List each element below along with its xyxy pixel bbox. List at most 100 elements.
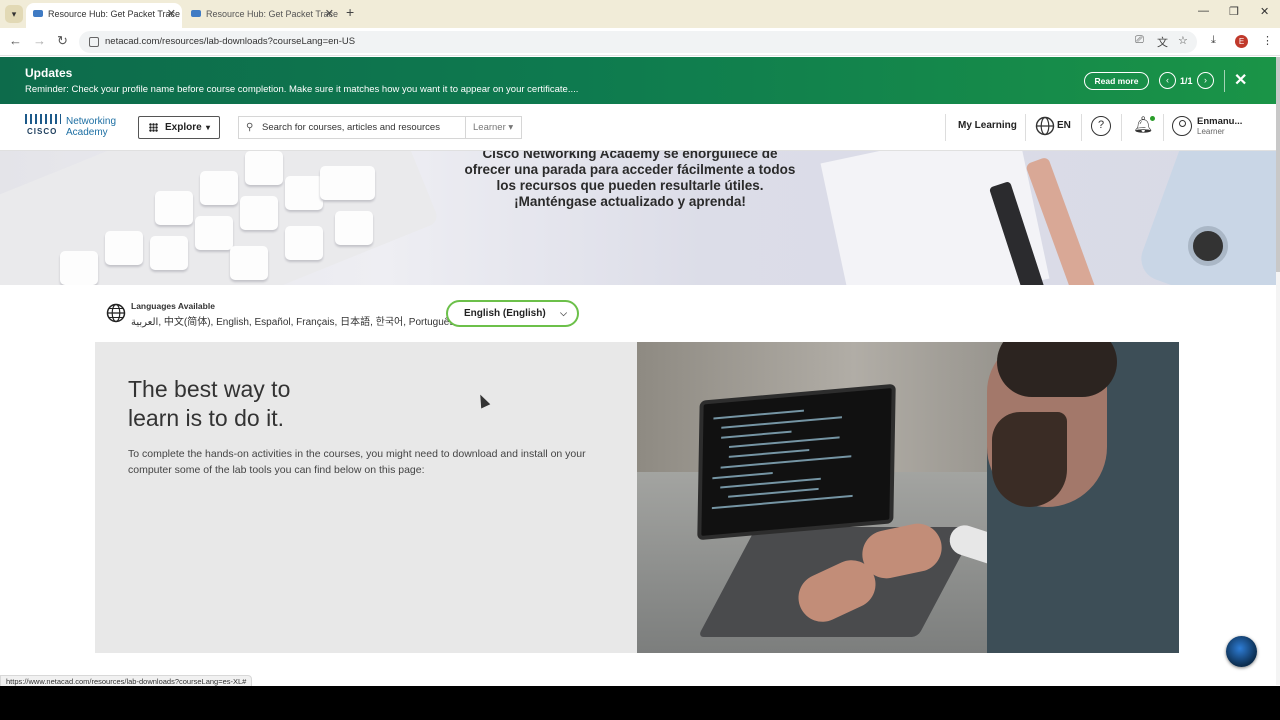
url-text: netacad.com/resources/lab-downloads?cour… <box>105 36 356 47</box>
search-icon: ⚲ <box>246 122 254 133</box>
translate-icon[interactable]: 文 <box>1157 34 1168 50</box>
site-header: CISCO Networking Academy Explore ▾ ⚲ Sea… <box>0 104 1276 151</box>
divider <box>1025 114 1026 141</box>
feature-heading: The best way to learn is to do it. <box>128 375 388 433</box>
tab-active[interactable]: Resource Hub: Get Packet Trace ✕ <box>26 3 182 28</box>
close-banner-icon[interactable]: ✕ <box>1234 70 1247 90</box>
tab-title: Resource Hub: Get Packet Trace <box>206 9 339 19</box>
language-select[interactable]: English (English) ⌵ <box>446 300 579 327</box>
browser-window: ▾ Resource Hub: Get Packet Trace ✕ Resou… <box>0 0 1280 720</box>
globe-icon <box>106 303 126 323</box>
laptop-screen-image <box>697 383 896 541</box>
tab-inactive[interactable]: Resource Hub: Get Packet Trace ✕ <box>184 3 340 28</box>
feature-heading-line-1: The best way to <box>128 376 291 402</box>
hero-line-4: ¡Manténgase actualizado y aprenda! <box>514 194 746 209</box>
divider <box>945 114 946 141</box>
language-selector[interactable]: EN <box>1057 120 1071 131</box>
window-close-icon[interactable]: ✕ <box>1260 5 1269 18</box>
grid-icon <box>149 123 158 132</box>
download-icon[interactable]: ⤓ <box>1211 34 1216 47</box>
person-coding-photo <box>637 342 1179 653</box>
next-update-chevron-icon[interactable]: › <box>1197 72 1214 89</box>
key-graphic <box>155 191 193 225</box>
install-app-icon[interactable]: ⎚ <box>1135 34 1144 47</box>
address-bar-row: ← → ↻ netacad.com/resources/lab-download… <box>0 28 1280 56</box>
role-select[interactable]: Learner ▾ <box>465 117 522 138</box>
explore-label: Explore <box>165 122 202 133</box>
search-input[interactable]: ⚲ Search for courses, articles and resou… <box>238 116 522 139</box>
new-tab-plus-icon[interactable]: + <box>346 4 354 20</box>
cisco-wordmark: CISCO <box>27 127 58 136</box>
brand-line-1: Networking <box>66 116 117 127</box>
browser-menu-icon[interactable]: ⋮ <box>1262 34 1273 47</box>
key-graphic <box>105 231 143 265</box>
read-more-button[interactable]: Read more <box>1084 72 1149 90</box>
divider <box>1121 114 1122 141</box>
minimize-icon[interactable]: — <box>1198 5 1209 17</box>
updates-title: Updates <box>25 66 73 80</box>
languages-list: العربية, 中文(简体), English, Español, Franç… <box>131 317 455 328</box>
site-info-icon[interactable] <box>89 37 99 47</box>
key-graphic <box>60 251 98 285</box>
phone-camera-image <box>1188 226 1228 266</box>
restore-icon[interactable]: ❐ <box>1229 5 1239 18</box>
hero-line-1: Cisco Networking Academy se enorgullece … <box>482 151 778 161</box>
video-letterbox <box>0 686 1280 720</box>
feature-body: To complete the hands-on activities in t… <box>128 448 586 476</box>
code-line <box>728 448 810 458</box>
search-placeholder: Search for courses, articles and resourc… <box>262 122 440 133</box>
url-field[interactable]: netacad.com/resources/lab-downloads?cour… <box>79 31 1197 53</box>
tab-close-icon[interactable]: ✕ <box>325 3 334 25</box>
updates-message: Reminder: Check your profile name before… <box>25 84 579 95</box>
tab-title: Resource Hub: Get Packet Trace <box>48 9 181 19</box>
key-graphic <box>230 246 268 280</box>
forward-arrow-icon[interactable]: → <box>33 33 46 48</box>
code-line <box>713 409 804 420</box>
feature-heading-line-2: learn is to do it. <box>128 405 284 431</box>
tab-close-icon[interactable]: ✕ <box>167 3 176 25</box>
code-line <box>721 430 792 439</box>
feature-text-panel: The best way to learn is to do it. To co… <box>95 342 638 653</box>
globe-icon[interactable] <box>1035 116 1055 136</box>
code-line <box>720 455 852 469</box>
code-line <box>728 487 819 498</box>
scrollbar-thumb[interactable] <box>1276 57 1280 272</box>
user-avatar-icon[interactable] <box>1172 116 1192 136</box>
language-select-value: English (English) <box>464 308 546 319</box>
key-graphic <box>335 211 373 245</box>
key-graphic <box>240 196 278 230</box>
chatbot-assistant-icon[interactable] <box>1226 636 1257 667</box>
tab-strip: ▾ Resource Hub: Get Packet Trace ✕ Resou… <box>0 0 1280 28</box>
updates-banner: Updates Reminder: Check your profile nam… <box>0 57 1276 104</box>
user-name[interactable]: Enmanu... <box>1197 116 1242 127</box>
my-learning-link[interactable]: My Learning <box>958 120 1017 131</box>
brand-line-2: Academy <box>66 127 108 138</box>
code-line <box>721 416 842 429</box>
key-graphic <box>285 176 323 210</box>
key-graphic <box>245 151 283 185</box>
bookmark-star-icon[interactable]: ☆ <box>1178 34 1188 47</box>
cisco-networking-academy-logo[interactable]: CISCO Networking Academy <box>25 114 116 138</box>
key-graphic <box>150 236 188 270</box>
explore-button[interactable]: Explore ▾ <box>138 116 220 139</box>
divider <box>1224 70 1225 92</box>
languages-title: Languages Available <box>131 301 215 311</box>
key-graphic <box>195 216 233 250</box>
prev-update-chevron-icon[interactable]: ‹ <box>1159 72 1176 89</box>
hero-banner: Cisco Networking Academy se enorgullece … <box>0 151 1276 285</box>
cisco-bars-icon <box>25 114 61 124</box>
tab-search-chevron-icon[interactable]: ▾ <box>5 5 23 23</box>
brand-name: Networking Academy <box>66 116 116 138</box>
hero-text: Cisco Networking Academy se enorgullece … <box>430 151 830 210</box>
cisco-favicon-icon <box>33 10 43 17</box>
code-line <box>720 477 821 489</box>
help-icon[interactable]: ? <box>1091 116 1111 136</box>
back-arrow-icon[interactable]: ← <box>9 33 22 48</box>
key-graphic <box>200 171 238 205</box>
person-hair-image <box>997 342 1117 397</box>
key-graphic <box>320 166 375 200</box>
profile-avatar-icon[interactable]: E <box>1235 35 1248 48</box>
user-role: Learner <box>1197 127 1225 136</box>
divider <box>1163 114 1164 141</box>
reload-icon[interactable]: ↻ <box>57 33 68 49</box>
